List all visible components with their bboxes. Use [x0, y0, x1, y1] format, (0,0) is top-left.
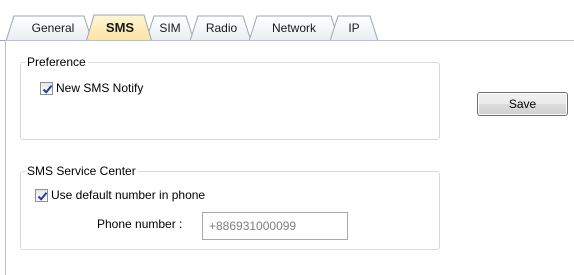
sms-settings-window: General SMS SIM Radio Network IP Prefere…: [0, 0, 574, 275]
tab-sms[interactable]: SMS: [96, 19, 144, 37]
check-mark-icon: [37, 191, 48, 201]
preference-group: Preference New SMS Notify: [20, 55, 440, 140]
use-default-number-row[interactable]: Use default number in phone: [35, 187, 205, 203]
new-sms-notify-row[interactable]: New SMS Notify: [40, 80, 143, 96]
sms-service-center-group: SMS Service Center Use default number in…: [20, 164, 440, 250]
preference-legend: Preference: [25, 55, 88, 69]
check-mark-icon: [42, 84, 53, 94]
new-sms-notify-label: New SMS Notify: [56, 81, 144, 95]
sms-service-center-legend: SMS Service Center: [25, 164, 138, 178]
tab-general[interactable]: General: [22, 19, 84, 37]
save-button[interactable]: Save: [477, 92, 568, 116]
tab-sim[interactable]: SIM: [152, 19, 188, 37]
use-default-number-checkbox[interactable]: [35, 188, 48, 202]
tab-ip[interactable]: IP: [340, 19, 368, 37]
use-default-number-label: Use default number in phone: [51, 188, 206, 202]
tab-network[interactable]: Network: [262, 19, 326, 37]
phone-number-field[interactable]: [202, 212, 348, 240]
tab-radio[interactable]: Radio: [199, 19, 244, 37]
new-sms-notify-checkbox[interactable]: [40, 81, 53, 95]
tab-strip: General SMS SIM Radio Network IP: [0, 0, 574, 42]
phone-number-label: Phone number :: [97, 217, 183, 231]
sms-tab-panel: Preference New SMS Notify SMS Service Ce…: [5, 40, 574, 275]
